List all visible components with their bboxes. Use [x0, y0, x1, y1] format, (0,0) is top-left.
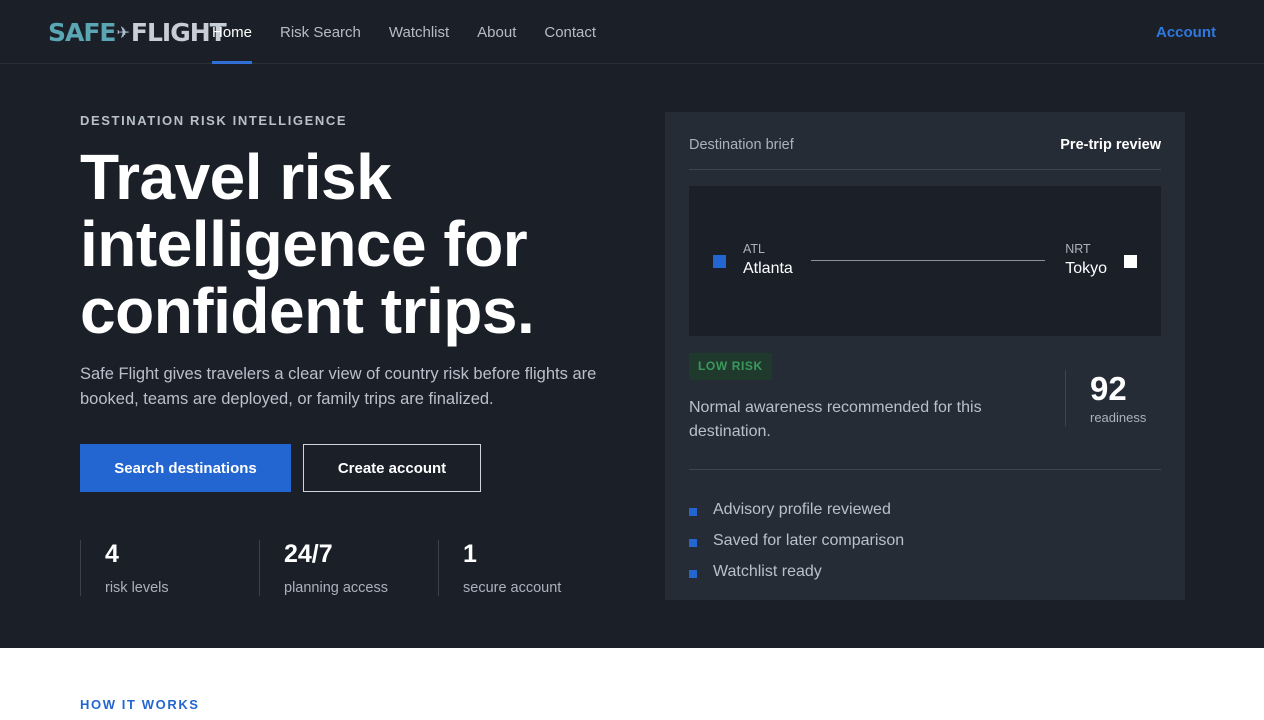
- search-destinations-button[interactable]: Search destinations: [80, 444, 291, 492]
- nav-about[interactable]: About: [477, 0, 516, 64]
- stat-label: planning access: [284, 580, 388, 596]
- origin-city: Atlanta: [743, 260, 793, 277]
- nav-links: Home Risk Search Watchlist About Contact: [212, 0, 624, 64]
- how-it-works-heading: HOW IT WORKS: [80, 697, 200, 712]
- nav-home[interactable]: Home: [212, 0, 253, 64]
- plane-icon: ✈: [116, 22, 130, 42]
- brief-title: Destination brief: [689, 137, 794, 153]
- list-item: Saved for later comparison: [689, 525, 904, 556]
- account-link[interactable]: Account: [1156, 0, 1216, 64]
- risk-level-badge: LOW RISK: [689, 353, 772, 380]
- brief-mode: Pre-trip review: [1060, 137, 1161, 153]
- stat-label: risk levels: [105, 580, 169, 596]
- origin-airport: ATL Atlanta: [743, 242, 793, 278]
- headline-line-1: Travel risk: [80, 141, 392, 213]
- top-navbar: SAFE ✈ FLIGHT Home Risk Search Watchlist…: [0, 0, 1264, 64]
- list-item: Watchlist ready: [689, 556, 904, 587]
- divider: [689, 169, 1161, 170]
- stat-label: secure account: [463, 580, 562, 596]
- stat-value: 24/7: [284, 540, 333, 568]
- nav-risk-search[interactable]: Risk Search: [280, 0, 361, 64]
- stat-value: 4: [105, 540, 119, 568]
- destination-airport: NRT Tokyo: [1065, 242, 1107, 278]
- origin-code: ATL: [743, 242, 765, 256]
- destination-code: NRT: [1065, 242, 1091, 256]
- logo-text-left: SAFE: [48, 17, 117, 47]
- hero-description: Safe Flight gives travelers a clear view…: [80, 365, 597, 408]
- headline-line-3: confident trips.: [80, 275, 535, 347]
- route-display: ATL Atlanta NRT Tokyo: [689, 186, 1161, 336]
- list-item: Advisory profile reviewed: [689, 494, 904, 525]
- destination-city: Tokyo: [1065, 260, 1107, 277]
- bullet-icon: [689, 569, 697, 578]
- stat-risk-levels: 4 risk levels: [80, 540, 169, 596]
- bullet-icon: [689, 507, 697, 516]
- list-item-label: Advisory profile reviewed: [713, 500, 891, 518]
- destination-brief-card: Destination brief Pre-trip review ATL At…: [665, 112, 1185, 600]
- origin-marker-icon: [713, 255, 726, 268]
- score-value: 92: [1090, 370, 1127, 407]
- destination-marker-icon: [1124, 255, 1137, 268]
- hero-headline: Travel risk intelligence for confident t…: [80, 144, 640, 345]
- stat-value: 1: [463, 540, 477, 568]
- risk-summary: Normal awareness recommended for this de…: [689, 399, 982, 440]
- route-line: [811, 260, 1045, 261]
- hero-eyebrow: DESTINATION RISK INTELLIGENCE: [80, 113, 348, 128]
- score-label: readiness: [1090, 410, 1147, 425]
- nav-watchlist[interactable]: Watchlist: [389, 0, 449, 64]
- stat-planning-access: 24/7 planning access: [259, 540, 388, 596]
- hero-section: DESTINATION RISK INTELLIGENCE Travel ris…: [0, 64, 1264, 648]
- brief-checklist: Advisory profile reviewed Saved for late…: [689, 494, 904, 587]
- safe-flight-logo[interactable]: SAFE ✈ FLIGHT: [48, 17, 227, 47]
- stat-secure-account: 1 secure account: [438, 540, 561, 596]
- create-account-button[interactable]: Create account: [303, 444, 481, 492]
- headline-line-2: intelligence for: [80, 208, 528, 280]
- nav-contact[interactable]: Contact: [544, 0, 596, 64]
- divider: [689, 469, 1161, 470]
- bullet-icon: [689, 538, 697, 547]
- list-item-label: Watchlist ready: [713, 562, 822, 580]
- readiness-score: 92 readiness: [1065, 370, 1161, 426]
- list-item-label: Saved for later comparison: [713, 531, 905, 549]
